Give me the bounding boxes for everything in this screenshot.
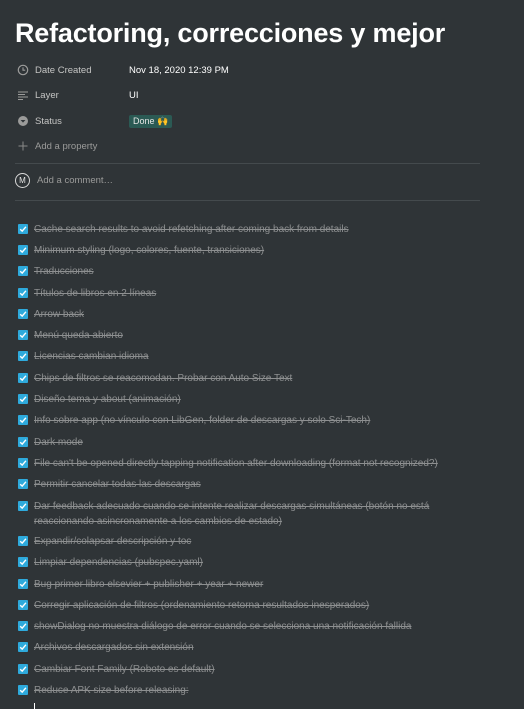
todo-text: Corregir aplicación de filtros (ordenami… (34, 600, 370, 611)
todo-text: Permitir cancelar todas las descargas (34, 479, 201, 490)
todo-text: Info sobre app (no vínculo con LibGen, f… (34, 415, 371, 426)
property-date-created[interactable]: Date Created Nov 18, 2020 12:39 PM (15, 59, 480, 81)
page-title[interactable]: Refactoring, correcciones y mejor (15, 18, 445, 49)
todo-text: showDialog no muestra diálogo de error c… (34, 621, 412, 632)
property-name: Status (35, 115, 62, 127)
checkbox-checked[interactable] (18, 288, 28, 298)
checkbox-checked[interactable] (18, 579, 28, 589)
add-property-label: Add a property (35, 140, 98, 152)
property-name: Layer (35, 89, 59, 101)
todo-item[interactable]: Arrow back (18, 307, 478, 322)
todo-text: Limpiar dependencias (pubspec.yaml) (34, 557, 203, 568)
checkbox-checked[interactable] (18, 351, 28, 361)
todo-text: Expandir/colapsar descripción y toc (34, 536, 192, 547)
todo-item[interactable]: Expandir/colapsar descripción y toc (18, 534, 478, 549)
todo-item[interactable]: Reduce APK size before releasing: (18, 683, 478, 698)
todo-text: Arrow back (34, 309, 85, 320)
checkbox-checked[interactable] (18, 437, 28, 447)
comment-input[interactable]: Add a comment… (37, 175, 113, 186)
checkbox-checked[interactable] (18, 557, 28, 567)
todo-text: Archivos descargados sin extensión (34, 642, 194, 653)
checkbox-checked[interactable] (18, 224, 28, 234)
todo-text: Licencias cambian idioma (34, 351, 149, 362)
todo-item[interactable]: Minimum styling (logo, colores, fuente, … (18, 243, 478, 258)
todo-text: Chips de filtros se reacomodan. Probar c… (34, 373, 293, 384)
checkbox-checked[interactable] (18, 458, 28, 468)
text-cursor (34, 703, 35, 709)
checkbox-checked[interactable] (18, 501, 28, 511)
checkbox-checked[interactable] (18, 621, 28, 631)
checkbox-checked[interactable] (18, 309, 28, 319)
add-property-button[interactable]: Add a property (15, 135, 480, 157)
property-value: UI (129, 89, 139, 101)
todo-text: File can't be opened directly tapping no… (34, 458, 438, 469)
todo-item[interactable]: Limpiar dependencias (pubspec.yaml) (18, 555, 478, 570)
todo-item[interactable]: showDialog no muestra diálogo de error c… (18, 619, 478, 634)
checkbox-checked[interactable] (18, 664, 28, 674)
divider (15, 163, 480, 164)
property-name: Date Created (35, 64, 92, 76)
plus-icon (15, 138, 31, 154)
todo-text: Diseño tema y about (animación) (34, 394, 181, 405)
todo-item[interactable]: Dark mode (18, 435, 478, 450)
select-icon (15, 113, 31, 129)
todo-item[interactable]: Dar feedback adecuado cuando se intente … (18, 499, 478, 529)
checkbox-checked[interactable] (18, 245, 28, 255)
status-value[interactable]: Done 🙌 (129, 114, 173, 128)
todo-item[interactable]: Títulos de libros en 2 líneas (18, 286, 478, 301)
todo-text: Cambiar Font Family (Roboto es default) (34, 664, 215, 675)
todo-text: Traducciones (34, 266, 94, 277)
todo-text: Reduce APK size before releasing: (34, 685, 189, 696)
todo-text: Bug primer libro elsevier + publisher + … (34, 579, 264, 590)
todo-item[interactable]: Archivos descargados sin extensión (18, 640, 478, 655)
todo-text: Dar feedback adecuado cuando se intente … (34, 501, 430, 527)
todo-text: Títulos de libros en 2 líneas (34, 288, 157, 299)
checkbox-checked[interactable] (18, 415, 28, 425)
todo-item[interactable]: Menú queda abierto (18, 328, 478, 343)
checkbox-checked[interactable] (18, 536, 28, 546)
property-value: Nov 18, 2020 12:39 PM (129, 64, 229, 76)
todo-item[interactable]: Cache search results to avoid refetching… (18, 222, 478, 237)
checkbox-checked[interactable] (18, 685, 28, 695)
todo-text: Cache search results to avoid refetching… (34, 224, 349, 235)
todo-item[interactable]: Corregir aplicación de filtros (ordenami… (18, 598, 478, 613)
checkbox-checked[interactable] (18, 394, 28, 404)
todo-item[interactable]: File can't be opened directly tapping no… (18, 456, 478, 471)
checkbox-checked[interactable] (18, 266, 28, 276)
checkbox-checked[interactable] (18, 479, 28, 489)
checkbox-checked[interactable] (18, 330, 28, 340)
todo-item[interactable]: Chips de filtros se reacomodan. Probar c… (18, 371, 478, 386)
comment-row[interactable]: M Add a comment… (15, 173, 113, 188)
todo-item[interactable]: Licencias cambian idioma (18, 349, 478, 364)
avatar: M (15, 173, 30, 188)
todo-item[interactable]: Permitir cancelar todas las descargas (18, 477, 478, 492)
todo-item[interactable]: Diseño tema y about (animación) (18, 392, 478, 407)
todo-text: Minimum styling (logo, colores, fuente, … (34, 245, 265, 256)
todo-item[interactable]: Traducciones (18, 264, 478, 279)
todo-text: Dark mode (34, 437, 83, 448)
status-badge: Done 🙌 (129, 114, 173, 128)
divider (15, 200, 480, 201)
text-lines-icon (15, 87, 31, 103)
todo-text: Menú queda abierto (34, 330, 123, 341)
checkbox-checked[interactable] (18, 373, 28, 383)
checkbox-checked[interactable] (18, 642, 28, 652)
property-layer[interactable]: Layer UI (15, 84, 480, 106)
property-status[interactable]: Status Done 🙌 (15, 110, 480, 132)
clock-icon (15, 62, 31, 78)
todo-item[interactable]: Cambiar Font Family (Roboto es default) (18, 662, 478, 677)
todo-item[interactable]: Bug primer libro elsevier + publisher + … (18, 577, 478, 592)
notion-page: Refactoring, correcciones y mejor Date C… (0, 0, 524, 709)
checkbox-checked[interactable] (18, 600, 28, 610)
todo-item[interactable]: Info sobre app (no vínculo con LibGen, f… (18, 413, 478, 428)
